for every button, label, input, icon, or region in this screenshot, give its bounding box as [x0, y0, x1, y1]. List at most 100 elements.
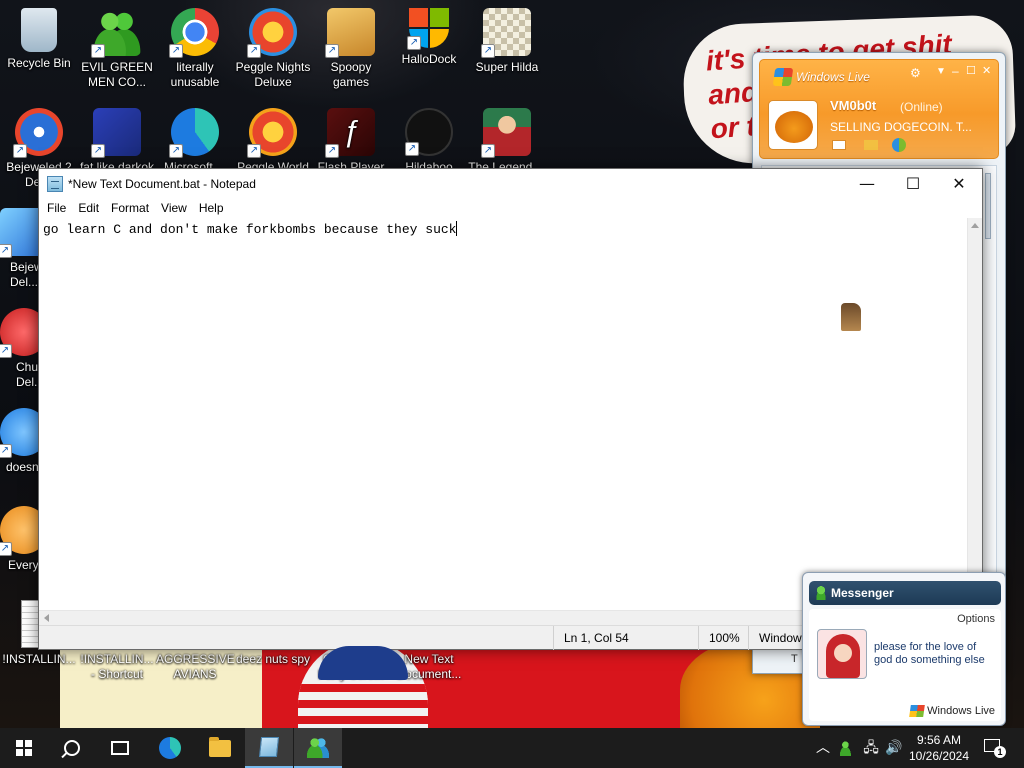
- start-button[interactable]: [0, 728, 48, 768]
- app-icon: ↗: [0, 408, 38, 458]
- contact-list-scrollbar[interactable]: [985, 173, 991, 239]
- scroll-up-icon[interactable]: [971, 223, 979, 228]
- bejeweled-icon: ↗: [13, 108, 63, 158]
- menu-bar: File Edit Format View Help: [39, 198, 982, 218]
- menu-file[interactable]: File: [41, 201, 72, 215]
- mail-icon[interactable]: [832, 140, 846, 150]
- pixel-character-icon: ↗: [481, 8, 531, 58]
- desktop-icon[interactable]: ↗ Microsoft ...: [156, 108, 234, 168]
- notepad-icon: [47, 175, 63, 192]
- username[interactable]: VM0b0t: [830, 98, 876, 113]
- messenger-footer-label: T: [791, 653, 798, 665]
- zoom-level: 100%: [698, 625, 748, 650]
- chrome-icon: ↗: [169, 8, 219, 58]
- notepad-titlebar[interactable]: *New Text Document.bat - Notepad — ☐ ✕: [39, 169, 982, 198]
- messenger-notification[interactable]: Messenger Options please for the love of…: [802, 572, 1006, 726]
- desktop-icon[interactable]: ↗ Every...: [0, 506, 38, 572]
- clock-date: 10/26/2024: [908, 749, 970, 763]
- peggle-icon: ↗: [247, 108, 297, 158]
- desktop-icon[interactable]: Recycle Bin: [0, 8, 78, 71]
- menu-view[interactable]: View: [155, 201, 193, 215]
- task-view-button[interactable]: [96, 728, 144, 768]
- text-editor[interactable]: go learn C and don't make forkbombs beca…: [39, 218, 968, 610]
- messenger-tray-icon[interactable]: [837, 738, 857, 758]
- pixel-hero-icon: ↗: [481, 108, 531, 158]
- personal-message[interactable]: SELLING DOGECOIN. T...: [830, 120, 990, 134]
- dropdown-icon[interactable]: ▼: [936, 66, 946, 77]
- cursor-position: Ln 1, Col 54: [553, 625, 698, 650]
- windows-logo-icon: ↗: [407, 8, 449, 50]
- search-icon: [64, 740, 80, 756]
- taskbar-messenger[interactable]: [294, 728, 342, 768]
- desktop-icon[interactable]: ƒ ↗ Flash Player: [312, 108, 390, 168]
- notification-body[interactable]: Options please for the love of god do so…: [809, 609, 1001, 721]
- task-view-icon: [111, 741, 129, 755]
- text-caret: [456, 221, 458, 236]
- window-title: *New Text Document.bat - Notepad: [68, 176, 256, 191]
- peggle-icon: ↗: [247, 8, 297, 58]
- minimize-button[interactable]: —: [844, 169, 890, 198]
- desktop-icon[interactable]: ↗ Spoopy games: [312, 8, 390, 90]
- globe-icon[interactable]: [892, 138, 906, 152]
- flash-player-icon: ƒ ↗: [325, 108, 375, 158]
- chevron-up-icon[interactable]: ︿: [813, 738, 833, 758]
- editor-text: go learn C and don't make forkbombs beca…: [43, 222, 457, 237]
- cursor-sprite-icon: [841, 303, 861, 331]
- desktop-icon[interactable]: ↗ Peggle World ...: [234, 108, 312, 168]
- notification-header: Messenger: [809, 581, 1001, 605]
- taskbar-edge[interactable]: [146, 728, 194, 768]
- display-picture[interactable]: [768, 100, 818, 150]
- messenger-buddy-icon: [815, 586, 827, 600]
- notification-title: Messenger: [831, 586, 894, 600]
- windows-start-icon: [16, 740, 32, 756]
- desktop-icon[interactable]: ↗ Bejew... Del...: [0, 208, 38, 288]
- close-button[interactable]: ✕: [936, 169, 982, 198]
- maximize-button[interactable]: ☐: [890, 169, 936, 198]
- notification-message[interactable]: please for the love of god do something …: [874, 641, 996, 667]
- taskbar-notepad[interactable]: [245, 728, 293, 768]
- menu-help[interactable]: Help: [193, 201, 230, 215]
- msn-buddy-icon: ↗: [91, 8, 141, 58]
- desktop-icon[interactable]: ↗ Hildaboo: [390, 108, 468, 168]
- options-link[interactable]: Options: [957, 613, 995, 625]
- desktop-icon[interactable]: ↗ EVIL GREEN MEN CO...: [78, 8, 156, 90]
- desktop-icon[interactable]: ↗ Chu... Del...: [0, 308, 38, 388]
- clock-time: 9:56 AM: [916, 733, 962, 747]
- desktop-icon[interactable]: ↗ fat like darkok: [78, 108, 156, 168]
- desktop-icon[interactable]: ↗ The Legend ...: [468, 108, 546, 168]
- close-icon[interactable]: ✕: [982, 64, 991, 77]
- status-dropdown[interactable]: (Online): [900, 100, 943, 114]
- edge-icon: ↗: [169, 108, 219, 158]
- windows-live-brand: Windows Live: [909, 705, 995, 717]
- taskbar: ︿ 🖧 🔊 9:56 AM 10/26/2024 1: [0, 728, 1024, 768]
- clock[interactable]: 9:56 AM 10/26/2024: [906, 732, 972, 764]
- sender-avatar: [817, 629, 867, 679]
- help-icon[interactable]: ⚙: [910, 66, 921, 80]
- taskbar-file-explorer[interactable]: [196, 728, 244, 768]
- app-icon: ↗: [0, 506, 38, 556]
- network-icon[interactable]: 🖧: [861, 738, 881, 758]
- scroll-left-icon[interactable]: [44, 614, 49, 622]
- windows-live-logo-icon: [909, 705, 925, 717]
- desktop-icon[interactable]: ↗ Peggle Nights Deluxe: [234, 8, 312, 90]
- folder-icon[interactable]: [864, 140, 878, 150]
- desktop-icon[interactable]: ↗ doesn...: [0, 408, 38, 474]
- desktop-icon[interactable]: ↗ HalloDock: [390, 8, 468, 67]
- recycle-bin-icon: [21, 8, 57, 52]
- menu-format[interactable]: Format: [105, 201, 155, 215]
- menu-edit[interactable]: Edit: [72, 201, 105, 215]
- action-center-button[interactable]: 1: [980, 736, 1008, 760]
- minimize-icon[interactable]: –: [952, 64, 959, 78]
- notepad-icon: [258, 737, 280, 757]
- search-button[interactable]: [48, 728, 96, 768]
- desktop-icon[interactable]: ↗ literally unusable: [156, 8, 234, 90]
- volume-icon[interactable]: 🔊: [884, 738, 904, 758]
- file-explorer-icon: [209, 736, 231, 757]
- chuzzle-icon: ↗: [0, 308, 38, 358]
- mpl-icon: ↗: [91, 108, 141, 158]
- maximize-icon[interactable]: ☐: [966, 64, 976, 77]
- desktop-icon[interactable]: ↗ Super Hilda: [468, 8, 546, 75]
- yashma-icon: ↗: [405, 108, 453, 156]
- bejeweled-icon: ↗: [0, 208, 38, 258]
- vertical-scrollbar[interactable]: [967, 218, 982, 610]
